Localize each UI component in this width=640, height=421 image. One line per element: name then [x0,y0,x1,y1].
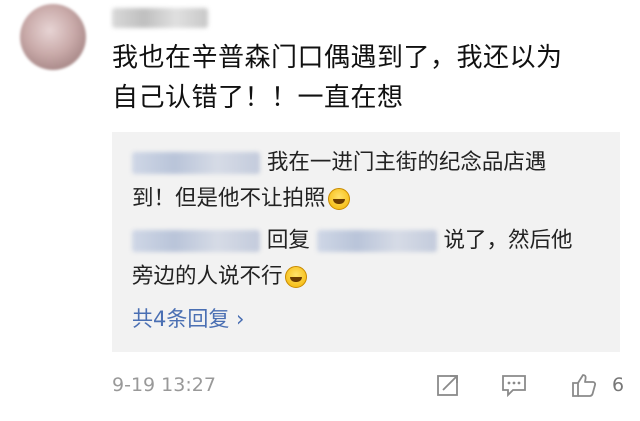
comment-line-1: 我也在辛普森门口偶遇到了，我还以为 [112,43,563,73]
avatar[interactable] [20,4,86,70]
reply-2-reply-word: 回复 [266,228,310,253]
view-all-replies-link[interactable]: 共4条回复 › [132,304,244,334]
reply-2-line-1: 回复 说了，然后他 [132,224,573,258]
reply-2-line-2: 旁边的人说不行 [132,260,307,294]
laughing-emoji-icon [284,266,307,288]
reply-1-text: 我在一进门主街的纪念品店遇 [266,150,547,175]
reply-2-text-2: 旁边的人说不行 [132,264,283,289]
reply-preview-box[interactable]: 我在一进门主街的纪念品店遇 到！但是他不让拍照 回复 说了，然后他 旁边的人说不… [112,132,620,352]
reply-1-username-blurred[interactable] [132,152,260,174]
username-blurred[interactable] [112,8,208,28]
reply-2-username-blurred[interactable] [132,230,260,252]
like-count: 6 [612,374,625,396]
reply-1-line-1: 我在一进门主街的纪念品店遇 [132,146,546,180]
reply-2-text: 说了，然后他 [443,228,573,253]
reply-2-target-username-blurred[interactable] [316,230,437,252]
reply-1-line-2: 到！但是他不让拍照 [132,182,350,216]
comment-footer: 9-19 13:27 6 [112,370,632,400]
like-icon[interactable] [570,371,598,399]
comment-line-2: 自己认错了！！一直在想 [112,83,404,113]
share-icon[interactable] [434,371,462,399]
reply-1-text-2: 到！但是他不让拍照 [132,186,326,211]
timestamp: 9-19 13:27 [112,374,216,396]
laughing-emoji-icon [327,188,350,210]
comment-body: 我也在辛普森门口偶遇到了，我还以为 自己认错了！！一直在想 [112,38,617,118]
comment-icon[interactable] [500,371,528,399]
